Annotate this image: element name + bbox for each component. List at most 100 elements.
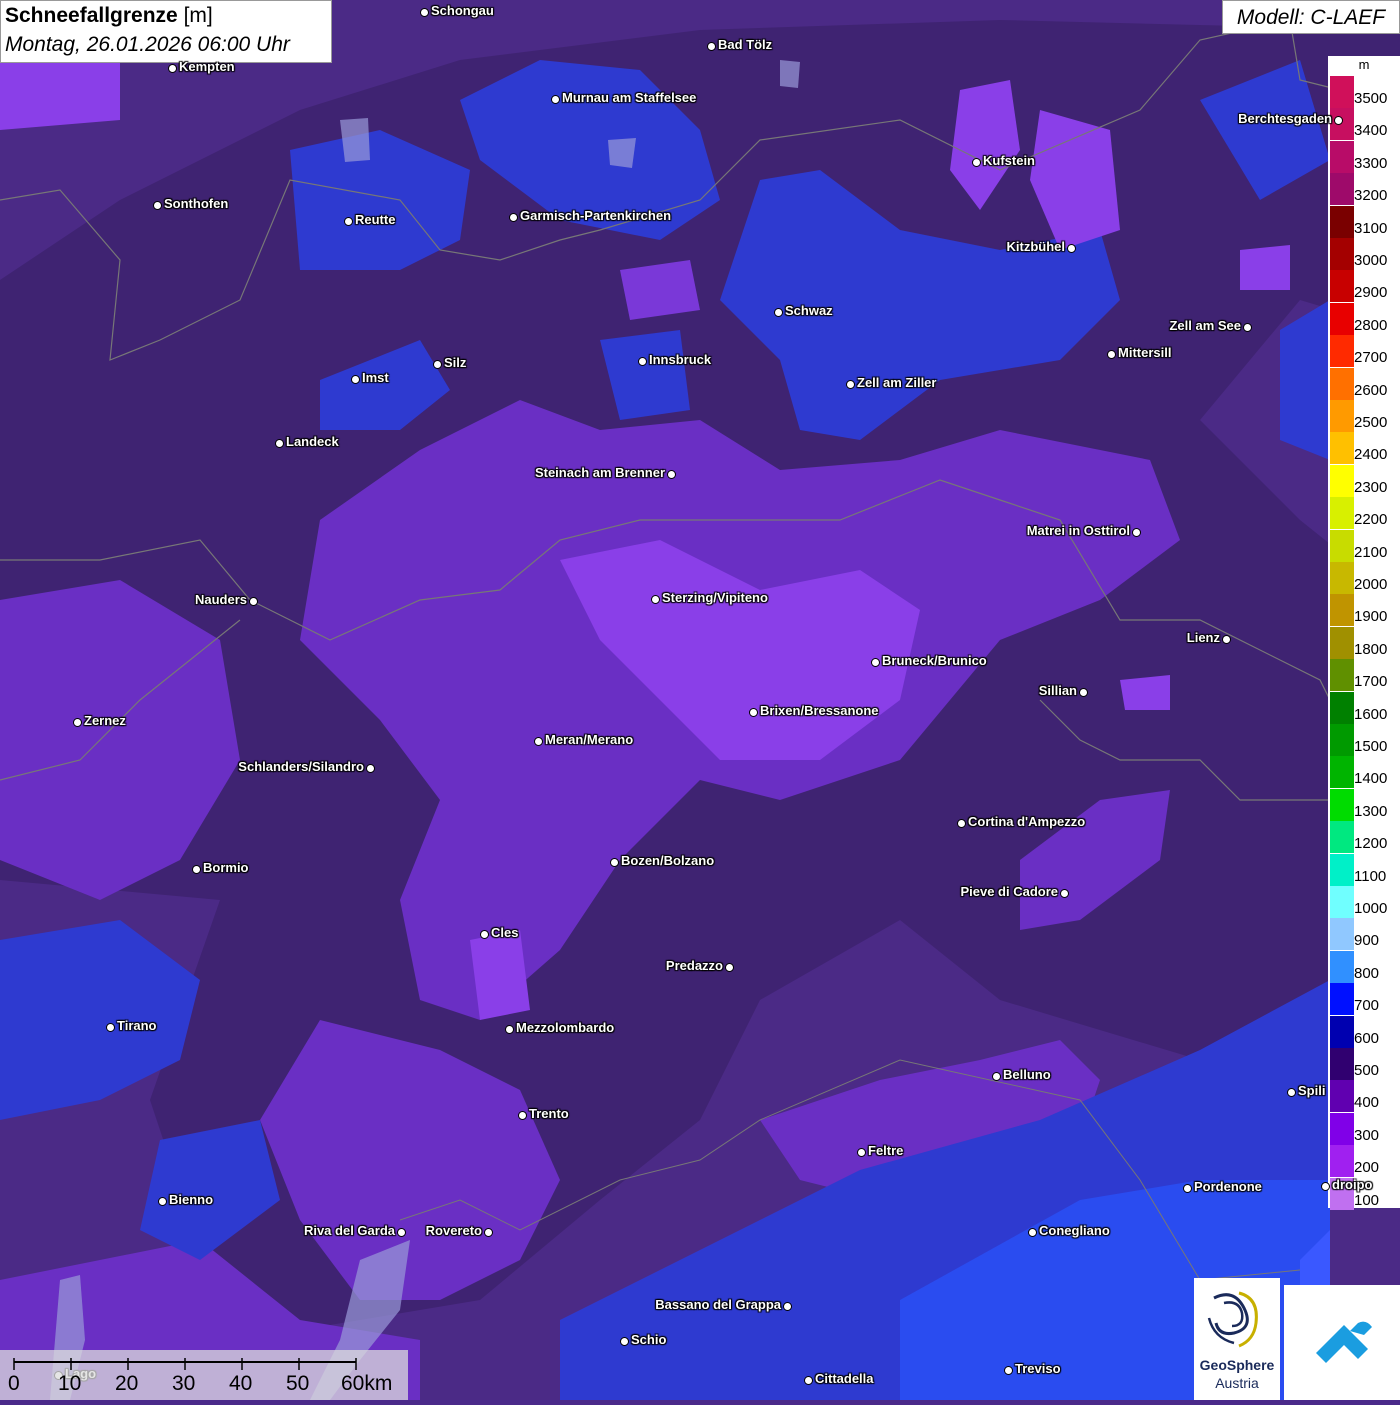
city-label[interactable]: Berchtesgaden: [1238, 111, 1332, 126]
city-dot[interactable]: [433, 360, 442, 369]
city-label[interactable]: Mittersill: [1118, 345, 1171, 360]
city-dot[interactable]: [725, 963, 734, 972]
city-dot[interactable]: [620, 1337, 629, 1346]
city-dot[interactable]: [667, 470, 676, 479]
city-label[interactable]: droipo: [1332, 1177, 1372, 1192]
city-label[interactable]: Sonthofen: [164, 196, 228, 211]
city-label[interactable]: Feltre: [868, 1143, 903, 1158]
city-dot[interactable]: [1067, 244, 1076, 253]
city-dot[interactable]: [992, 1072, 1001, 1081]
city-label[interactable]: Bad Tölz: [718, 37, 772, 52]
city-dot[interactable]: [1004, 1366, 1013, 1375]
city-label[interactable]: Kufstein: [983, 153, 1035, 168]
city-label[interactable]: Kitzbühel: [1007, 239, 1066, 254]
city-label[interactable]: Schongau: [431, 3, 494, 18]
city-label[interactable]: Conegliano: [1039, 1223, 1110, 1238]
city-dot[interactable]: [1060, 889, 1069, 898]
city-label[interactable]: Bormio: [203, 860, 249, 875]
city-dot[interactable]: [1321, 1182, 1330, 1191]
city-dot[interactable]: [707, 42, 716, 51]
city-label[interactable]: Rovereto: [426, 1223, 482, 1238]
city-dot[interactable]: [551, 95, 560, 104]
city-dot[interactable]: [1028, 1228, 1037, 1237]
city-dot[interactable]: [1243, 323, 1252, 332]
city-label[interactable]: Sillian: [1039, 683, 1077, 698]
city-dot[interactable]: [1183, 1184, 1192, 1193]
city-dot[interactable]: [505, 1025, 514, 1034]
city-label[interactable]: Belluno: [1003, 1067, 1051, 1082]
city-label[interactable]: Nauders: [195, 592, 247, 607]
city-dot[interactable]: [610, 858, 619, 867]
city-label[interactable]: Lienz: [1187, 630, 1220, 645]
city-label[interactable]: Landeck: [286, 434, 339, 449]
city-dot[interactable]: [249, 597, 258, 606]
city-dot[interactable]: [158, 1197, 167, 1206]
city-label[interactable]: Pieve di Cadore: [960, 884, 1058, 899]
city-label[interactable]: Mezzolombardo: [516, 1020, 614, 1035]
city-dot[interactable]: [344, 217, 353, 226]
city-label[interactable]: Schwaz: [785, 303, 833, 318]
city-dot[interactable]: [397, 1228, 406, 1237]
city-label[interactable]: Pordenone: [1194, 1179, 1262, 1194]
city-label[interactable]: Cortina d'Ampezzo: [968, 814, 1085, 829]
city-dot[interactable]: [480, 930, 489, 939]
city-dot[interactable]: [153, 201, 162, 210]
city-dot[interactable]: [957, 819, 966, 828]
city-dot[interactable]: [509, 213, 518, 222]
city-label[interactable]: Silz: [444, 355, 466, 370]
city-label[interactable]: Schio: [631, 1332, 666, 1347]
city-label[interactable]: Kempten: [179, 59, 235, 74]
city-label[interactable]: Matrei in Osttirol: [1027, 523, 1130, 538]
city-dot[interactable]: [73, 718, 82, 727]
city-label[interactable]: Bruneck/Brunico: [882, 653, 987, 668]
city-dot[interactable]: [871, 658, 880, 667]
city-dot[interactable]: [168, 64, 177, 73]
city-label[interactable]: Steinach am Brenner: [535, 465, 665, 480]
city-label[interactable]: Predazzo: [666, 958, 723, 973]
city-dot[interactable]: [774, 308, 783, 317]
city-label[interactable]: Reutte: [355, 212, 395, 227]
city-dot[interactable]: [1079, 688, 1088, 697]
city-dot[interactable]: [846, 380, 855, 389]
city-dot[interactable]: [192, 865, 201, 874]
city-label[interactable]: Riva del Garda: [304, 1223, 395, 1238]
city-label[interactable]: Cittadella: [815, 1371, 874, 1386]
city-label[interactable]: Imst: [362, 370, 389, 385]
city-dot[interactable]: [783, 1302, 792, 1311]
city-label[interactable]: Cles: [491, 925, 518, 940]
city-label[interactable]: Trento: [529, 1106, 569, 1121]
city-label[interactable]: Bienno: [169, 1192, 213, 1207]
city-dot[interactable]: [106, 1023, 115, 1032]
city-dot[interactable]: [420, 8, 429, 17]
city-label[interactable]: Zell am See: [1169, 318, 1241, 333]
city-dot[interactable]: [1334, 116, 1343, 125]
city-label[interactable]: Sterzing/Vipiteno: [662, 590, 768, 605]
city-label[interactable]: Zernez: [84, 713, 126, 728]
city-dot[interactable]: [275, 439, 284, 448]
city-dot[interactable]: [1222, 635, 1231, 644]
city-label[interactable]: Spili: [1298, 1083, 1325, 1098]
city-label[interactable]: Innsbruck: [649, 352, 711, 367]
city-dot[interactable]: [804, 1376, 813, 1385]
city-dot[interactable]: [484, 1228, 493, 1237]
city-dot[interactable]: [749, 708, 758, 717]
city-label[interactable]: Bozen/Bolzano: [621, 853, 714, 868]
city-dot[interactable]: [638, 357, 647, 366]
city-dot[interactable]: [518, 1111, 527, 1120]
city-dot[interactable]: [351, 375, 360, 384]
partner-logo[interactable]: [1284, 1285, 1400, 1400]
city-label[interactable]: Bassano del Grappa: [655, 1297, 781, 1312]
city-label[interactable]: Treviso: [1015, 1361, 1061, 1376]
city-dot[interactable]: [857, 1148, 866, 1157]
city-dot[interactable]: [1132, 528, 1141, 537]
city-label[interactable]: Tirano: [117, 1018, 157, 1033]
city-dot[interactable]: [366, 764, 375, 773]
city-label[interactable]: Schlanders/Silandro: [238, 759, 364, 774]
city-dot[interactable]: [534, 737, 543, 746]
city-dot[interactable]: [1107, 350, 1116, 359]
city-label[interactable]: Meran/Merano: [545, 732, 633, 747]
city-label[interactable]: Garmisch-Partenkirchen: [520, 208, 671, 223]
city-dot[interactable]: [1287, 1088, 1296, 1097]
city-label[interactable]: Zell am Ziller: [857, 375, 936, 390]
city-dot[interactable]: [972, 158, 981, 167]
